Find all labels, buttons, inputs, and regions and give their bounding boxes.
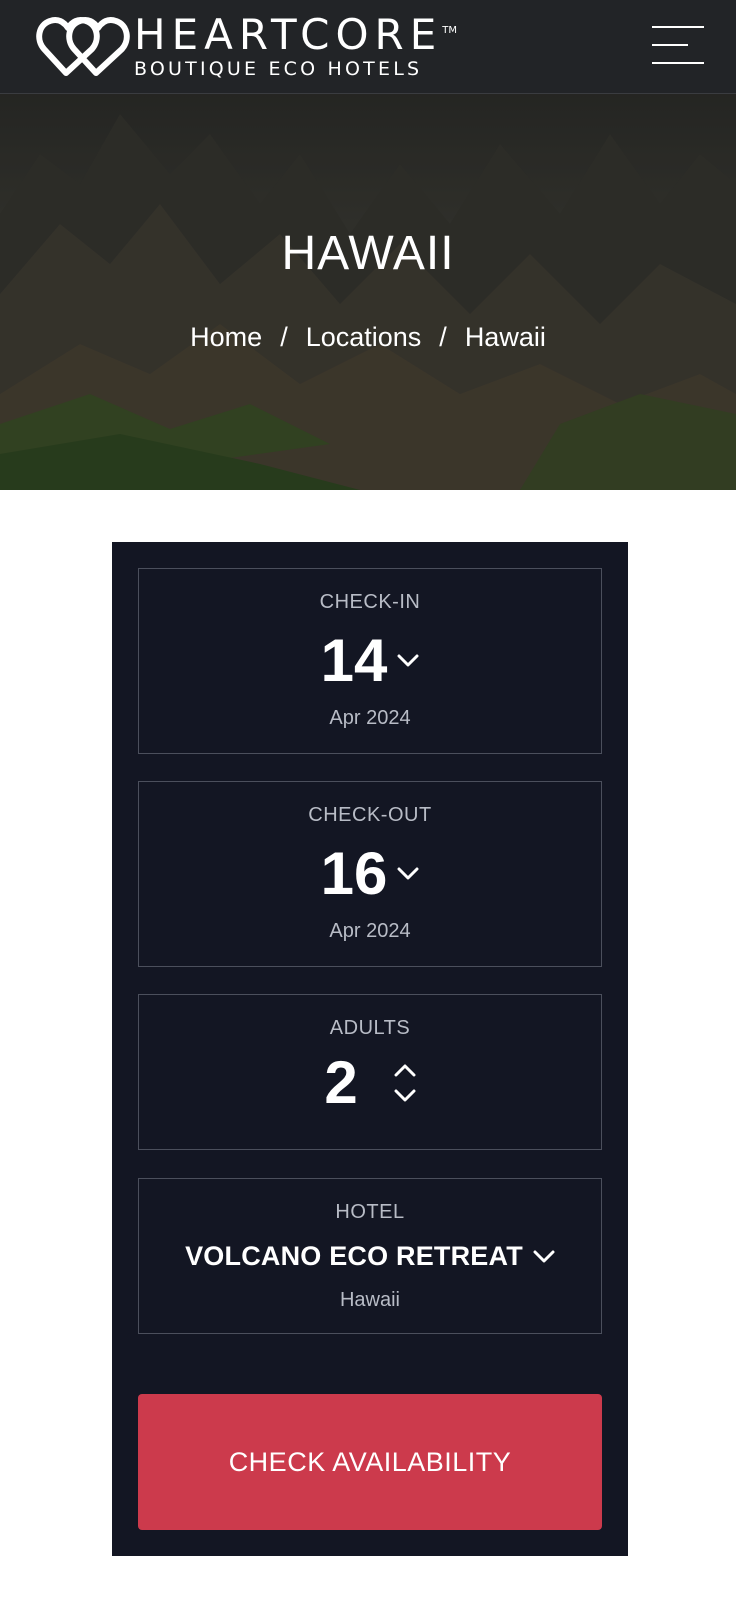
brand-logo[interactable]: HEARTCORETM BOUTIQUE ECO HOTELS [36, 14, 457, 80]
breadcrumb-home-link[interactable]: Home [190, 322, 262, 352]
hotel-label: HOTEL [335, 1201, 405, 1223]
checkin-value-row: 14 [139, 631, 601, 691]
breadcrumb-separator: / [439, 322, 447, 352]
checkin-day: 14 [320, 627, 388, 694]
chevron-down-icon[interactable] [397, 654, 419, 668]
checkout-day: 16 [320, 840, 388, 907]
hero-banner: HAWAII Home / Locations / Hawaii [0, 94, 736, 490]
adults-value-row: 2 [139, 1053, 601, 1113]
chevron-up-icon[interactable] [394, 1063, 416, 1077]
hotel-value-row: VOLCANO ECO RETREAT [139, 1241, 601, 1272]
booking-panel: CHECK-IN 14 Apr 2024 CHECK-OUT 16 Apr 20… [112, 542, 628, 1556]
checkout-label: CHECK-OUT [308, 804, 432, 826]
trademark-mark: TM [442, 25, 458, 36]
hero-overlay [0, 94, 736, 490]
double-heart-icon [36, 16, 130, 76]
breadcrumb-locations-link[interactable]: Locations [306, 322, 422, 352]
checkin-month-year: Apr 2024 [329, 707, 411, 729]
check-availability-button[interactable]: CHECK AVAILABILITY [138, 1394, 602, 1530]
adults-count: 2 [324, 1049, 358, 1116]
breadcrumb-separator: / [280, 322, 288, 352]
brand-tagline: BOUTIQUE ECO HOTELS [134, 58, 423, 80]
page-title: HAWAII [281, 227, 455, 280]
checkout-month-year: Apr 2024 [329, 920, 411, 942]
breadcrumb: Home / Locations / Hawaii [0, 322, 736, 353]
chevron-down-icon[interactable] [394, 1089, 416, 1103]
checkin-label: CHECK-IN [319, 591, 421, 613]
adults-selector: ADULTS 2 [138, 994, 602, 1150]
hotel-location: Hawaii [339, 1289, 401, 1311]
chevron-down-icon[interactable] [533, 1250, 555, 1264]
hotel-name: VOLCANO ECO RETREAT [185, 1241, 523, 1271]
checkout-value-row: 16 [139, 844, 601, 904]
breadcrumb-current: Hawaii [464, 322, 546, 352]
adults-label: ADULTS [329, 1017, 411, 1039]
checkout-selector[interactable]: CHECK-OUT 16 Apr 2024 [138, 781, 602, 967]
adults-stepper [394, 1057, 416, 1109]
hamburger-menu-icon[interactable] [652, 24, 706, 68]
checkin-selector[interactable]: CHECK-IN 14 Apr 2024 [138, 568, 602, 754]
brand-text: HEARTCORETM BOUTIQUE ECO HOTELS [134, 10, 458, 81]
site-header: HEARTCORETM BOUTIQUE ECO HOTELS [0, 0, 736, 94]
chevron-down-icon[interactable] [397, 867, 419, 881]
brand-name: HEARTCORETM [134, 10, 458, 59]
hotel-selector[interactable]: HOTEL VOLCANO ECO RETREAT Hawaii [138, 1178, 602, 1334]
